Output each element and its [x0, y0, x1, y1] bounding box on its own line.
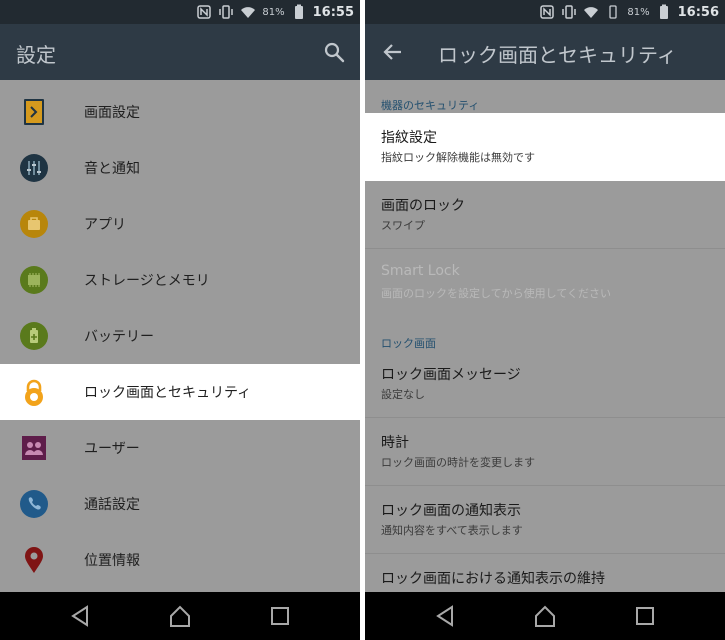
back-arrow-icon[interactable] — [381, 40, 405, 64]
lock-icon — [25, 379, 43, 406]
app-bar: ロック画面とセキュリティ — [365, 24, 725, 80]
pref-clock[interactable]: 時計 ロック画面の時計を変更します — [365, 418, 725, 486]
navigation-bar — [0, 592, 360, 640]
battery-icon — [20, 322, 48, 350]
pref-summary: 設定なし — [381, 388, 425, 401]
settings-item-call[interactable]: 通話設定 — [0, 476, 360, 532]
navigation-bar — [365, 592, 725, 640]
pref-summary: 画面のロックを設定してから使用してください — [381, 287, 612, 300]
pref-summary: 通知内容をすべて表示します — [381, 524, 523, 537]
status-bar: 81% 16:56 — [365, 0, 725, 24]
pref-summary: ロック画面の時計を変更します — [381, 456, 535, 469]
apps-icon — [20, 210, 48, 238]
vibrate-icon — [219, 5, 234, 19]
back-nav-icon[interactable] — [68, 605, 92, 627]
pref-screen-lock[interactable]: 画面のロック スワイプ — [365, 181, 725, 249]
battery-percent: 81% — [262, 6, 285, 18]
settings-item-lock-security[interactable]: ロック画面とセキュリティ — [0, 364, 360, 420]
recents-nav-icon[interactable] — [268, 605, 292, 627]
pref-title: ロック画面の通知表示 — [381, 503, 521, 519]
settings-item-label: アプリ — [84, 217, 126, 233]
settings-item-label: 画面設定 — [84, 105, 140, 121]
battery-status-icon — [659, 4, 668, 19]
back-nav-icon[interactable] — [433, 605, 457, 627]
settings-item-location[interactable]: 位置情報 — [0, 532, 360, 588]
wifi-icon — [584, 7, 599, 18]
phone-icon — [20, 490, 48, 518]
settings-item-label: 通話設定 — [84, 497, 140, 513]
settings-item-apps[interactable]: アプリ — [0, 196, 360, 252]
pref-title: 時計 — [381, 435, 409, 451]
settings-screen: 81% 16:55 設定 画面設定 音と通知 アプリ ストレージとメモリ バッテ… — [0, 0, 360, 640]
pref-title: ロック画面における通知表示の維持 — [381, 571, 605, 587]
pref-title: 指紋設定 — [381, 130, 437, 146]
pref-title: Smart Lock — [381, 263, 460, 279]
settings-item-users[interactable]: ユーザー — [0, 420, 360, 476]
settings-item-label: ロック画面とセキュリティ — [84, 385, 252, 401]
display-icon — [24, 99, 44, 125]
settings-item-label: ストレージとメモリ — [84, 273, 210, 289]
clock: 16:55 — [312, 4, 354, 20]
battery-percent: 81% — [627, 6, 650, 18]
pref-lock-notifications[interactable]: ロック画面の通知表示 通知内容をすべて表示します — [365, 486, 725, 554]
nfc-icon — [197, 5, 212, 19]
battery-status-icon — [294, 4, 303, 19]
recents-nav-icon[interactable] — [633, 605, 657, 627]
settings-item-label: 位置情報 — [84, 553, 140, 569]
battery-saver-icon — [609, 5, 618, 19]
settings-item-label: バッテリー — [84, 329, 154, 345]
home-nav-icon[interactable] — [533, 605, 557, 627]
location-icon — [25, 547, 43, 573]
users-icon — [22, 436, 46, 460]
pref-smart-lock: Smart Lock 画面のロックを設定してから使用してください — [365, 249, 725, 317]
vibrate-icon — [562, 5, 577, 19]
section-header: ロック画面 — [381, 337, 436, 350]
search-icon[interactable] — [322, 40, 346, 64]
settings-item-sound[interactable]: 音と通知 — [0, 140, 360, 196]
page-title: 設定 — [16, 43, 56, 67]
pref-title: 画面のロック — [381, 198, 465, 214]
preference-list: 機器のセキュリティ 指紋設定 指紋ロック解除機能は無効です 画面のロック スワイ… — [365, 80, 725, 592]
section-header: 機器のセキュリティ — [381, 99, 480, 112]
status-bar: 81% 16:55 — [0, 0, 360, 24]
home-nav-icon[interactable] — [168, 605, 192, 627]
settings-list: 画面設定 音と通知 アプリ ストレージとメモリ バッテリー ロック画面とセキュリ… — [0, 80, 360, 592]
settings-item-label: ユーザー — [84, 441, 140, 457]
clock: 16:56 — [677, 4, 719, 20]
wifi-icon — [241, 7, 256, 18]
app-bar: 設定 — [0, 24, 360, 80]
settings-item-display[interactable]: 画面設定 — [0, 84, 360, 140]
settings-item-storage[interactable]: ストレージとメモリ — [0, 252, 360, 308]
pref-fingerprint[interactable]: 指紋設定 指紋ロック解除機能は無効です — [365, 113, 725, 181]
settings-item-battery[interactable]: バッテリー — [0, 308, 360, 364]
page-title: ロック画面とセキュリティ — [438, 43, 677, 67]
pref-summary: 指紋ロック解除機能は無効です — [381, 151, 535, 164]
storage-icon — [20, 266, 48, 294]
pref-title: ロック画面メッセージ — [381, 367, 521, 383]
settings-item-label: 音と通知 — [84, 161, 140, 177]
pref-lock-message[interactable]: ロック画面メッセージ 設定なし — [365, 350, 725, 418]
lock-security-screen: 81% 16:56 ロック画面とセキュリティ 機器のセキュリティ 指紋設定 指紋… — [365, 0, 725, 640]
pref-summary: スワイプ — [381, 219, 425, 232]
nfc-icon — [540, 5, 555, 19]
sound-icon — [20, 154, 48, 182]
